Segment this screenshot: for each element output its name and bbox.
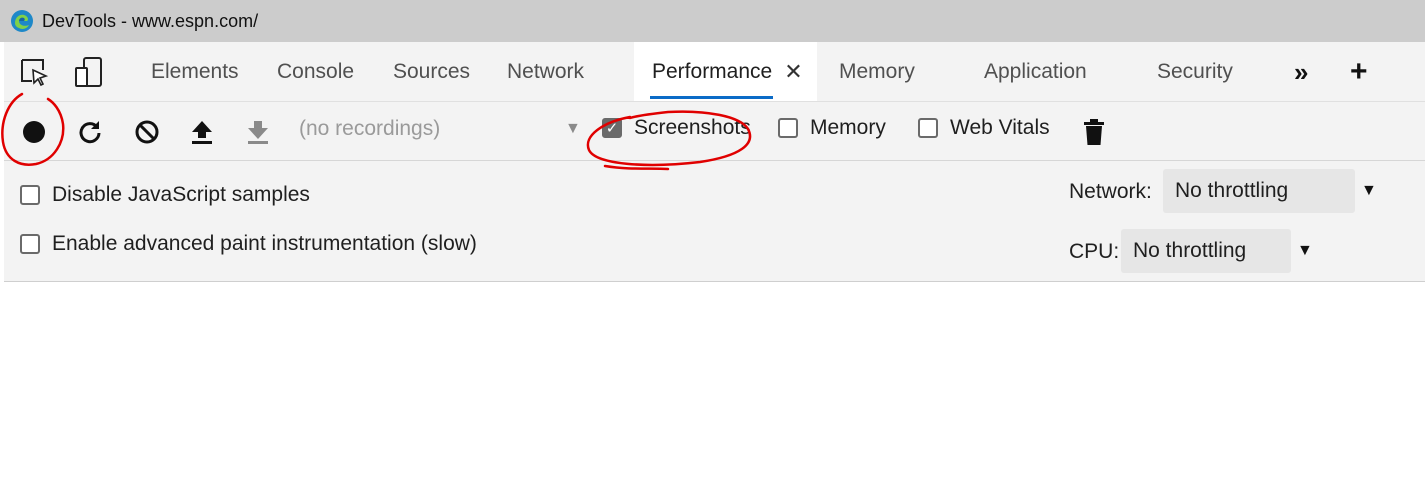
checkbox-label: Screenshots	[634, 116, 751, 139]
checkbox-unchecked[interactable]	[20, 234, 40, 254]
add-tab-icon[interactable]: +	[1350, 42, 1368, 102]
record-icon[interactable]	[18, 116, 50, 148]
disable-js-samples-option[interactable]: Disable JavaScript samples	[20, 183, 310, 207]
recordings-select[interactable]: (no recordings)	[299, 117, 440, 141]
chevron-down-icon[interactable]: ▼	[1297, 242, 1313, 260]
devtools-tabbar: Elements Console Sources Network Perform…	[4, 42, 1425, 102]
tab-console[interactable]: Console	[277, 42, 354, 102]
cpu-throttle-value: No throttling	[1133, 239, 1247, 262]
checkbox-unchecked[interactable]	[778, 118, 798, 138]
tab-label: Security	[1157, 60, 1233, 83]
capture-settings-panel: Disable JavaScript samples Enable advanc…	[4, 161, 1425, 282]
tab-elements[interactable]: Elements	[151, 42, 239, 102]
tab-network[interactable]: Network	[507, 42, 584, 102]
cpu-throttle-select[interactable]: No throttling	[1121, 229, 1291, 273]
tab-performance[interactable]: Performance ✕	[634, 42, 817, 101]
memory-checkbox[interactable]: Memory	[778, 116, 886, 140]
web-vitals-checkbox[interactable]: Web Vitals	[918, 116, 1050, 140]
chevron-down-icon[interactable]: ▼	[1361, 182, 1377, 200]
checkbox-checked[interactable]	[602, 118, 622, 138]
window-titlebar: DevTools - www.espn.com/	[0, 0, 1425, 42]
tab-label: Performance	[652, 59, 773, 83]
checkbox-unchecked[interactable]	[918, 118, 938, 138]
window-title: DevTools - www.espn.com/	[42, 10, 259, 31]
active-tab-indicator	[650, 96, 773, 99]
tab-label: Memory	[839, 60, 915, 83]
checkbox-label: Memory	[810, 116, 886, 139]
close-icon[interactable]: ✕	[784, 59, 802, 85]
tab-label: Console	[277, 60, 355, 83]
tab-label: Application	[984, 60, 1087, 83]
tab-memory[interactable]: Memory	[839, 42, 915, 102]
edge-logo-icon	[11, 10, 33, 32]
reload-record-icon[interactable]	[74, 116, 106, 148]
performance-toolbar: (no recordings) ▼ Screenshots Memory Web…	[4, 102, 1425, 161]
device-emulation-icon[interactable]	[71, 54, 107, 90]
tab-label: Sources	[393, 60, 471, 83]
network-throttle-value: No throttling	[1175, 179, 1289, 202]
network-throttle-label: Network:	[1069, 180, 1152, 203]
screenshots-checkbox[interactable]: Screenshots	[602, 116, 751, 140]
tab-security[interactable]: Security	[1157, 42, 1233, 102]
chevron-down-icon[interactable]: ▼	[565, 120, 581, 138]
inspect-element-icon[interactable]	[16, 54, 52, 90]
advanced-paint-option[interactable]: Enable advanced paint instrumentation (s…	[20, 232, 477, 256]
clear-icon[interactable]	[131, 116, 163, 148]
tab-sources[interactable]: Sources	[393, 42, 470, 102]
more-tabs-icon[interactable]: »	[1294, 42, 1308, 102]
checkbox-unchecked[interactable]	[20, 185, 40, 205]
option-label: Disable JavaScript samples	[52, 183, 310, 206]
download-icon[interactable]	[242, 116, 274, 148]
tab-label: Network	[507, 60, 585, 83]
checkbox-label: Web Vitals	[950, 116, 1050, 139]
tab-application[interactable]: Application	[984, 42, 1087, 102]
tab-label: Elements	[151, 60, 239, 83]
upload-icon[interactable]	[186, 116, 218, 148]
cpu-throttle-label: CPU:	[1069, 240, 1120, 263]
network-throttle-select[interactable]: No throttling	[1163, 169, 1355, 213]
option-label: Enable advanced paint instrumentation (s…	[52, 232, 477, 255]
trash-icon[interactable]	[1078, 116, 1110, 148]
